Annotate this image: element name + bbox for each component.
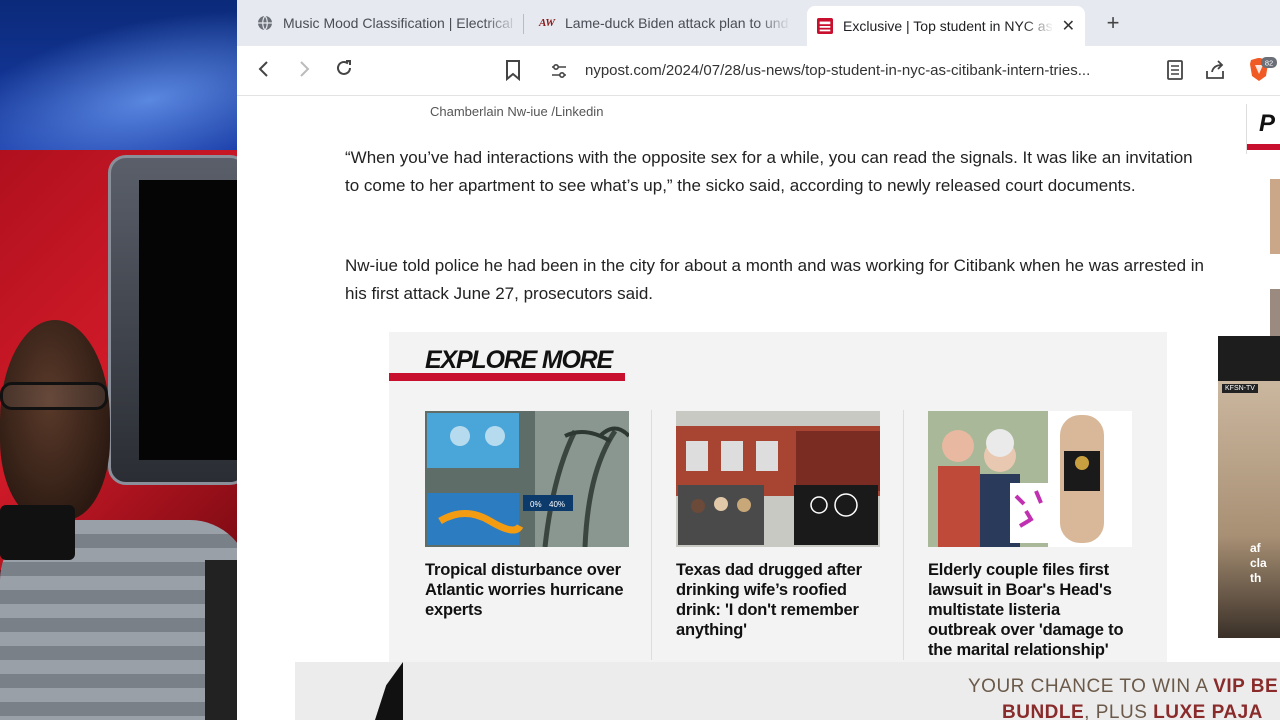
rail-heading-box: P bbox=[1246, 104, 1280, 154]
webcam-monitor bbox=[108, 155, 237, 485]
card-headline[interactable]: Tropical disturbance over Atlantic worri… bbox=[425, 560, 629, 620]
article-paragraph: “When you’ve had interactions with the o… bbox=[345, 148, 1193, 195]
webcam-monitor-screen bbox=[139, 180, 237, 460]
ad-line-2-part-b: , PLUS bbox=[1084, 702, 1154, 720]
address-bar[interactable]: nypost.com/2024/07/28/us-news/top-studen… bbox=[540, 55, 1170, 87]
globe-icon bbox=[257, 15, 273, 31]
article-page: Chamberlain Nw-iue /Linkedin “When you’v… bbox=[237, 96, 1280, 720]
tab-lame-duck-biden[interactable]: AW Lame-duck Biden attack plan to und bbox=[529, 6, 801, 40]
nypost-favicon-icon bbox=[817, 18, 833, 34]
aw-favicon-icon: AW bbox=[538, 17, 556, 29]
rail-heading-letter: P bbox=[1259, 110, 1276, 137]
new-tab-icon[interactable]: + bbox=[1099, 10, 1127, 36]
hurricane-map-thumbnail[interactable]: 0% 40% bbox=[425, 411, 629, 547]
tab-nypost-exclusive[interactable]: Exclusive | Top student in NYC as ✕ bbox=[807, 6, 1085, 46]
explore-more-underline bbox=[389, 373, 625, 381]
reload-icon[interactable] bbox=[330, 58, 358, 84]
tab-separator bbox=[523, 14, 524, 34]
card-headline[interactable]: Elderly couple files first lawsuit in Bo… bbox=[928, 560, 1132, 660]
browser-toolbar: nypost.com/2024/07/28/us-news/top-studen… bbox=[237, 46, 1280, 96]
article-paragraph: Nw-iue told police he had been in the ci… bbox=[345, 256, 1204, 303]
boars-head-couple-thumbnail[interactable] bbox=[928, 411, 1132, 547]
video-station-tag: KFSN-TV bbox=[1222, 384, 1258, 393]
floating-video-player[interactable]: KFSN-TV af cla th bbox=[1218, 336, 1280, 638]
brave-shields-icon[interactable]: 82 bbox=[1247, 57, 1277, 81]
hurricane-chance-low: 0% bbox=[530, 500, 542, 509]
texas-restaurant-thumbnail[interactable] bbox=[676, 411, 880, 547]
brave-badge-count: 82 bbox=[1265, 59, 1273, 68]
photo-caption: Chamberlain Nw-iue /Linkedin bbox=[430, 104, 604, 119]
card-divider bbox=[651, 410, 652, 660]
explore-card[interactable]: 0% 40% Tropical disturbance over Atlanti… bbox=[425, 411, 629, 620]
explore-card[interactable]: Elderly couple files first lawsuit in Bo… bbox=[928, 411, 1132, 660]
ad-line-2[interactable]: BUNDLE, PLUS LUXE PAJA bbox=[1002, 702, 1263, 720]
hurricane-chance-high: 40% bbox=[549, 500, 565, 509]
ad-line-1-highlight: VIP BE bbox=[1213, 676, 1279, 697]
bottom-banner-ad[interactable]: YOUR CHANCE TO WIN A VIP BE BUNDLE, PLUS… bbox=[295, 662, 1280, 720]
explore-card[interactable]: Texas dad drugged after drinking wife’s … bbox=[676, 411, 880, 640]
ad-line-1[interactable]: YOUR CHANCE TO WIN A VIP BE bbox=[968, 676, 1278, 698]
bookmark-icon[interactable] bbox=[503, 59, 527, 83]
webcam-chair bbox=[205, 560, 237, 720]
screen: Music Mood Classification | Electrical A… bbox=[0, 0, 1280, 720]
tab-strip: Music Mood Classification | Electrical A… bbox=[237, 0, 1280, 46]
card-headline[interactable]: Texas dad drugged after drinking wife’s … bbox=[676, 560, 880, 640]
ad-line-2-part-a: BUNDLE bbox=[1002, 702, 1085, 720]
webcam-person-glasses bbox=[0, 382, 108, 410]
site-settings-icon[interactable] bbox=[550, 62, 568, 80]
ad-image bbox=[375, 662, 403, 720]
video-frame[interactable] bbox=[1218, 381, 1280, 638]
tab-music-mood[interactable]: Music Mood Classification | Electrical bbox=[247, 6, 529, 40]
card-divider bbox=[903, 410, 904, 660]
webcam-overlay bbox=[0, 0, 237, 720]
rail-heading-underline bbox=[1247, 144, 1280, 150]
url-text[interactable]: nypost.com/2024/07/28/us-news/top-studen… bbox=[585, 62, 1165, 79]
tab-title: Exclusive | Top student in NYC as bbox=[843, 18, 1053, 34]
back-icon[interactable] bbox=[250, 58, 278, 84]
rail-thumbnail[interactable] bbox=[1270, 179, 1280, 254]
webcam-person-face bbox=[0, 320, 110, 520]
explore-more-heading: EXPLORE MORE bbox=[425, 346, 613, 374]
close-tab-icon[interactable]: ✕ bbox=[1062, 16, 1075, 36]
share-icon[interactable] bbox=[1204, 59, 1228, 83]
browser-window: Music Mood Classification | Electrical A… bbox=[237, 0, 1280, 720]
tab-title: Lame-duck Biden attack plan to und bbox=[565, 15, 789, 31]
reader-mode-icon[interactable] bbox=[1166, 59, 1190, 83]
forward-icon[interactable] bbox=[290, 58, 318, 84]
ad-line-2-part-c: LUXE PAJA bbox=[1153, 702, 1263, 720]
tab-title: Music Mood Classification | Electrical bbox=[283, 15, 514, 31]
ad-line-1-text: YOUR CHANCE TO WIN A bbox=[968, 676, 1214, 697]
video-overlay-text: af cla th bbox=[1250, 541, 1267, 585]
webcam-microphone bbox=[0, 505, 75, 560]
